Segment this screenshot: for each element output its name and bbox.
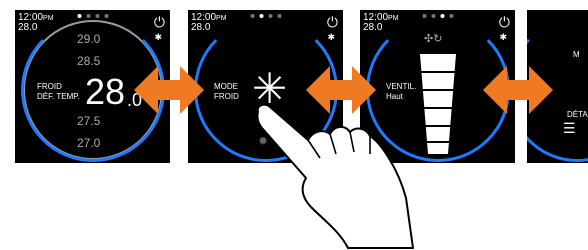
outdoor-temp: 28.0 xyxy=(18,22,38,33)
fan-title: VENTIL. xyxy=(386,82,417,91)
mode-title: MODE xyxy=(214,82,238,91)
clock-ampm: PM xyxy=(388,15,399,22)
list-item[interactable]: 29.0 xyxy=(77,32,100,46)
clock-ampm: PM xyxy=(43,15,54,22)
page-indicator xyxy=(250,14,281,18)
power-icon[interactable]: ⏻ xyxy=(154,14,165,31)
details-label-2: DÉTA xyxy=(567,110,588,119)
bluetooth-icon: ✱ xyxy=(154,32,162,42)
clock-ampm: PM xyxy=(216,15,227,22)
bluetooth-icon: ✱ xyxy=(499,32,507,42)
swipe-arrow-3 xyxy=(483,66,553,114)
setpoint-value: 28 xyxy=(85,71,126,112)
fan-speed-bar[interactable] xyxy=(418,50,458,158)
fan-icon: ✣↻ xyxy=(424,33,443,45)
list-icon[interactable]: ☰ xyxy=(563,120,576,137)
setpoint-label: DÉF. TEMP. xyxy=(37,92,80,101)
page-indicator xyxy=(77,14,108,18)
list-item[interactable]: 27.5 xyxy=(77,114,100,128)
outdoor-temp: 28.0 xyxy=(363,22,383,33)
power-icon[interactable]: ⏻ xyxy=(499,14,510,31)
list-item[interactable]: 27.0 xyxy=(77,136,100,150)
swipe-arrow-1 xyxy=(134,66,204,114)
mode-value: FROID xyxy=(214,92,239,101)
bluetooth-icon: ✱ xyxy=(327,32,335,42)
outdoor-temp: 28.0 xyxy=(191,22,211,33)
mode-label: FROID xyxy=(37,82,62,91)
list-item[interactable]: 28.5 xyxy=(77,54,100,68)
hand-gesture-icon xyxy=(256,103,414,249)
details-label-1: M xyxy=(573,50,580,59)
page-indicator xyxy=(422,14,453,18)
power-icon[interactable]: ⏻ xyxy=(327,14,338,31)
